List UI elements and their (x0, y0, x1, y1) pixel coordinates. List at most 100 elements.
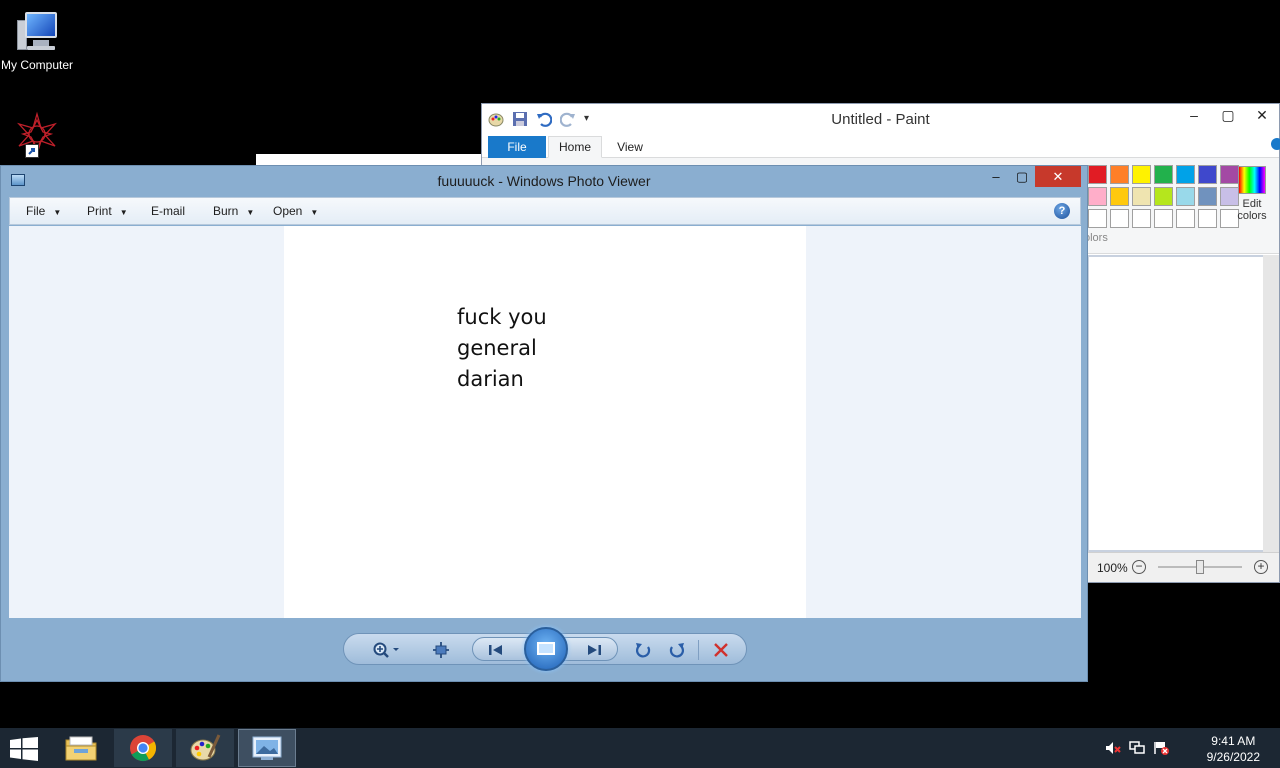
tab-home[interactable]: Home (548, 136, 602, 158)
slideshow-button[interactable] (524, 627, 568, 671)
menu-file-label: File (26, 204, 46, 218)
photo-viewer-title: fuuuuuck - Windows Photo Viewer (437, 173, 651, 189)
desktop-icon-my-computer[interactable]: My Computer (0, 8, 74, 73)
photo-viewer-window: fuuuuuck - Windows Photo Viewer – ▢ ✕ Fi… (0, 165, 1088, 682)
color-swatch[interactable] (1088, 209, 1107, 228)
shortcut-arrow-icon (25, 144, 39, 158)
photo-viewer-menu-bar: File ▼ Print ▼ E-mail Burn ▼ Open ▼ ? (9, 197, 1081, 225)
paint-help-icon[interactable] (1271, 138, 1280, 150)
edit-colors-button[interactable]: Edit colors (1234, 166, 1270, 222)
tab-view[interactable]: View (604, 136, 656, 158)
menu-print-label: Print (87, 204, 112, 218)
color-swatch[interactable] (1176, 209, 1195, 228)
paint-close-button[interactable]: ✕ (1245, 104, 1279, 126)
chrome-icon (130, 735, 157, 762)
desktop-icon-star-shortcut[interactable] (0, 110, 74, 158)
start-button[interactable] (10, 737, 38, 761)
color-swatch[interactable] (1154, 187, 1173, 206)
clock-time: 9:41 AM (1211, 734, 1256, 748)
rotate-counterclockwise-icon[interactable] (632, 640, 654, 660)
delete-icon[interactable] (710, 640, 732, 660)
photo-viewer-maximize-button[interactable]: ▢ (1009, 166, 1035, 187)
color-swatch[interactable] (1176, 187, 1195, 206)
color-swatch[interactable] (1198, 165, 1217, 184)
image-text: fuck you general darian (457, 302, 547, 395)
photo-view-area: fuck you general darian (9, 226, 1081, 618)
zoom-out-button[interactable]: − (1132, 560, 1146, 574)
photo-viewer-title-bar[interactable]: fuuuuuck - Windows Photo Viewer – ▢ ✕ (1, 166, 1087, 195)
color-palette (1088, 165, 1239, 228)
my-computer-icon (13, 8, 61, 54)
windows-logo-icon (10, 737, 38, 761)
controls-separator (698, 640, 699, 660)
star-shortcut-icon (13, 110, 61, 158)
taskbar-paint[interactable] (176, 729, 234, 767)
menu-open[interactable]: Open ▼ (273, 204, 318, 218)
taskbar-file-explorer[interactable] (52, 729, 110, 767)
color-swatch[interactable] (1198, 209, 1217, 228)
menu-email[interactable]: E-mail (151, 204, 185, 218)
taskbar: 9:41 AM 9/26/2022 (0, 728, 1280, 768)
displayed-image: fuck you general darian (284, 226, 806, 618)
file-explorer-icon (65, 736, 97, 761)
edit-colors-label: Edit colors (1237, 198, 1267, 222)
dropdown-arrow-icon: ▼ (53, 208, 62, 217)
previous-icon[interactable] (484, 640, 508, 660)
paint-maximize-button[interactable]: ▢ (1211, 104, 1245, 126)
color-swatch[interactable] (1154, 165, 1173, 184)
menu-open-label: Open (273, 204, 303, 218)
desktop-icon-label: My Computer (0, 58, 74, 72)
rotate-clockwise-icon[interactable] (666, 640, 688, 660)
color-swatch[interactable] (1198, 187, 1217, 206)
color-swatch[interactable] (1088, 165, 1107, 184)
taskbar-clock[interactable]: 9:41 AM 9/26/2022 (1207, 733, 1260, 765)
zoom-magnifier-icon[interactable] (370, 640, 404, 660)
zoom-slider[interactable] (1158, 560, 1242, 574)
menu-email-label: E-mail (151, 204, 186, 218)
photo-viewer-controls (343, 627, 747, 671)
color-swatch[interactable] (1110, 165, 1129, 184)
paint-vertical-scrollbar[interactable] (1263, 255, 1279, 552)
color-swatch[interactable] (1132, 209, 1151, 228)
paint-icon (190, 734, 221, 761)
color-swatch[interactable] (1132, 165, 1151, 184)
network-icon[interactable] (1129, 741, 1145, 755)
color-swatch[interactable] (1110, 209, 1129, 228)
volume-muted-icon[interactable] (1105, 741, 1121, 755)
dropdown-arrow-icon: ▼ (119, 208, 128, 217)
color-swatch[interactable] (1088, 187, 1107, 206)
slideshow-icon (537, 642, 555, 655)
menu-burn-label: Burn (213, 204, 239, 218)
color-swatch[interactable] (1110, 187, 1129, 206)
taskbar-chrome[interactable] (114, 729, 172, 767)
menu-burn[interactable]: Burn ▼ (213, 204, 254, 218)
image-text-line: fuck you (457, 305, 547, 329)
zoom-slider-thumb[interactable] (1196, 560, 1204, 574)
menu-file[interactable]: File ▼ (26, 204, 61, 218)
zoom-percentage: 100% (1097, 561, 1128, 575)
color-swatch[interactable] (1132, 187, 1151, 206)
actual-size-icon[interactable] (430, 640, 452, 660)
paint-canvas[interactable] (1089, 257, 1263, 550)
image-text-line: darian (457, 367, 524, 391)
taskbar-photo-viewer[interactable] (238, 729, 296, 767)
color-swatch[interactable] (1154, 209, 1173, 228)
action-center-flag-icon[interactable] (1153, 741, 1169, 755)
paint-title-bar[interactable]: ▾ Untitled - Paint – ▢ ✕ (482, 104, 1279, 134)
zoom-in-button[interactable]: + (1254, 560, 1268, 574)
clock-date: 9/26/2022 (1206, 750, 1260, 764)
next-icon[interactable] (582, 640, 606, 660)
photo-viewer-close-button[interactable]: ✕ (1035, 166, 1081, 187)
photo-viewer-minimize-button[interactable]: – (983, 166, 1009, 187)
paint-minimize-button[interactable]: – (1177, 104, 1211, 126)
paint-window-title: Untitled - Paint (831, 111, 930, 128)
dropdown-arrow-icon: ▼ (310, 208, 319, 217)
image-text-line: general (457, 336, 537, 360)
paint-ribbon-tabs: File Home View (482, 134, 1280, 158)
color-swatch[interactable] (1176, 165, 1195, 184)
help-icon[interactable]: ? (1054, 203, 1070, 219)
tab-file[interactable]: File (488, 136, 546, 158)
menu-print[interactable]: Print ▼ (87, 204, 128, 218)
color-spectrum-icon (1238, 166, 1266, 194)
dropdown-arrow-icon: ▼ (246, 208, 255, 217)
